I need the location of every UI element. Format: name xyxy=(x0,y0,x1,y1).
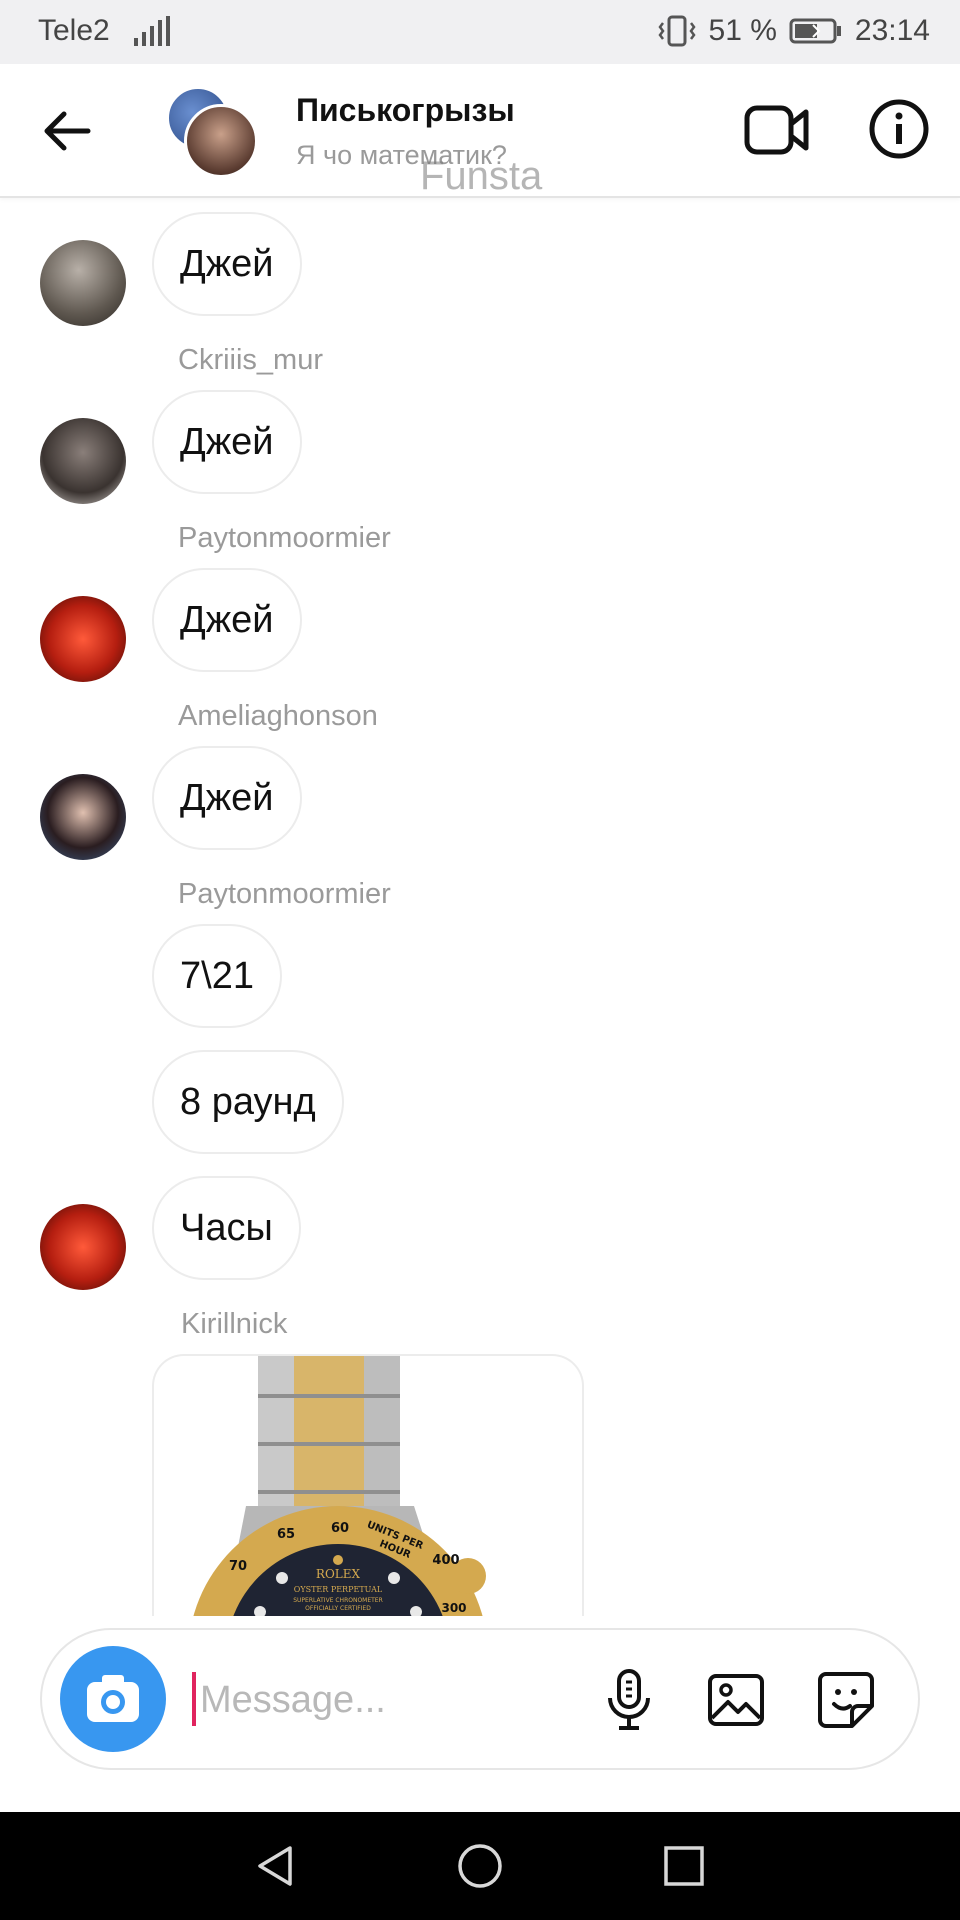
watch-text: OYSTER PERPETUAL xyxy=(294,1585,383,1594)
info-icon[interactable] xyxy=(868,98,930,160)
nav-recent-icon[interactable] xyxy=(660,1842,708,1890)
signal-icon xyxy=(134,16,170,46)
avatar[interactable] xyxy=(40,1204,126,1290)
sender-name: Ameliaghonson xyxy=(178,700,378,732)
video-camera-icon[interactable] xyxy=(744,100,810,160)
bezel-number: 65 xyxy=(277,1527,295,1542)
avatar[interactable] xyxy=(40,418,126,504)
camera-button[interactable] xyxy=(60,1646,166,1752)
clock: 23:14 xyxy=(854,14,930,47)
sticker-icon[interactable] xyxy=(816,1670,876,1730)
bezel-number: 400 xyxy=(432,1553,459,1568)
watch-text: SUPERLATIVE CHRONOMETER xyxy=(293,1597,383,1604)
bezel-number: 70 xyxy=(229,1559,247,1574)
camera-icon xyxy=(87,1675,139,1722)
avatar[interactable] xyxy=(40,240,126,326)
avatar[interactable] xyxy=(40,774,126,860)
avatar[interactable] xyxy=(40,596,126,682)
nav-back-icon[interactable] xyxy=(252,1842,300,1890)
microphone-icon[interactable] xyxy=(602,1668,656,1732)
watermark-text: Funsta xyxy=(420,154,543,198)
chat-header: Писькогрызы Я чо математик? Funsta xyxy=(0,64,960,198)
status-bar: Tele2 51 % 23:14 xyxy=(0,0,960,64)
battery-percent: 51 % xyxy=(708,14,777,47)
bezel-number: 60 xyxy=(331,1521,349,1536)
sender-name: Ckriiis_mur xyxy=(178,344,323,376)
message-bubble[interactable]: Джей xyxy=(152,568,302,672)
status-right: 51 % 23:14 xyxy=(657,14,930,48)
message-composer xyxy=(40,1628,920,1770)
carrier-label: Tele2 xyxy=(38,14,110,47)
battery-icon xyxy=(789,18,841,44)
system-nav-bar xyxy=(0,1812,960,1920)
watch-image: ROLEX OYSTER PERPETUAL SUPERLATIVE CHRON… xyxy=(193,1356,486,1616)
message-bubble[interactable]: 8 раунд xyxy=(152,1050,344,1154)
message-input[interactable] xyxy=(198,1664,582,1736)
sender-name: Kirillnick xyxy=(181,1308,288,1340)
message-bubble[interactable]: Часы xyxy=(152,1176,301,1280)
sender-name: Paytonmoormier xyxy=(178,522,391,554)
watch-brand: ROLEX xyxy=(316,1567,361,1581)
message-bubble[interactable]: Джей xyxy=(152,746,302,850)
avatar xyxy=(184,104,258,178)
gallery-icon[interactable] xyxy=(706,1670,766,1730)
sender-name: Paytonmoormier xyxy=(178,878,391,910)
vibrate-icon xyxy=(657,15,696,47)
text-cursor xyxy=(192,1672,196,1726)
group-avatar[interactable] xyxy=(166,86,258,178)
watch-text: OFFICIALLY CERTIFIED xyxy=(305,1605,371,1612)
message-bubble[interactable]: Джей xyxy=(152,390,302,494)
image-message[interactable]: ROLEX OYSTER PERPETUAL SUPERLATIVE CHRON… xyxy=(152,1354,584,1616)
chat-title[interactable]: Писькогрызы xyxy=(296,92,515,129)
arrow-left-icon[interactable] xyxy=(38,102,96,160)
nav-home-icon[interactable] xyxy=(456,1842,504,1890)
message-bubble[interactable]: Джей xyxy=(152,212,302,316)
bezel-number: 300 xyxy=(441,1601,466,1615)
message-bubble[interactable]: 7\21 xyxy=(152,924,282,1028)
